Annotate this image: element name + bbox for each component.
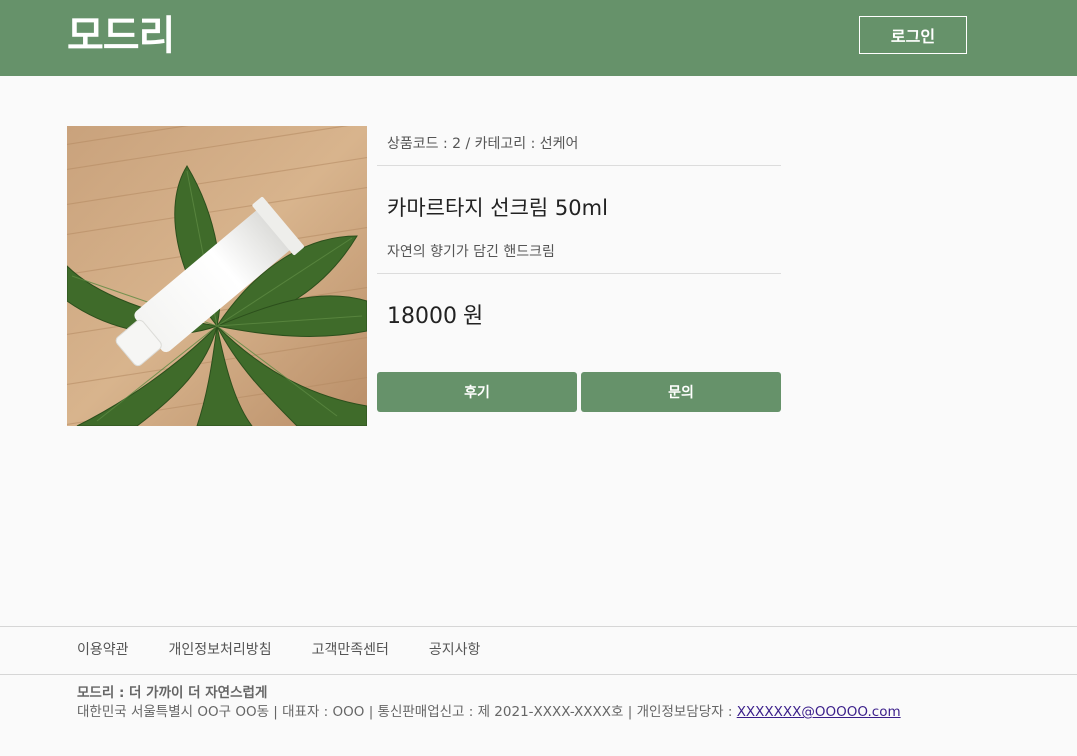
footer-divider xyxy=(0,674,1077,675)
site-logo[interactable]: 모드리 xyxy=(67,12,175,60)
footer-link-privacy[interactable]: 개인정보처리방침 xyxy=(169,641,272,659)
footer-divider xyxy=(0,626,1077,627)
footer-link-terms[interactable]: 이용약관 xyxy=(77,641,129,659)
footer-nav: 이용약관 개인정보처리방침 고객만족센터 공지사항 xyxy=(77,641,520,659)
footer-company-info: 대한민국 서울특별시 OO구 OO동 | 대표자 : OOO | 통신판매업신고… xyxy=(77,704,901,721)
footer-slogan: 모드리 : 더 가까이 더 자연스럽게 xyxy=(77,685,268,701)
product-image xyxy=(67,126,367,426)
site-header: 모드리 로그인 xyxy=(0,0,1077,76)
divider xyxy=(377,165,781,166)
product-price: 18000 원 xyxy=(387,302,483,332)
login-button[interactable]: 로그인 xyxy=(859,16,967,54)
product-meta: 상품코드 : 2 / 카테고리 : 선케어 xyxy=(387,136,579,152)
divider xyxy=(377,273,781,274)
product-title: 카마르타지 선크림 50ml xyxy=(387,196,608,220)
footer-info-text: 대한민국 서울특별시 OO구 OO동 | 대표자 : OOO | 통신판매업신고… xyxy=(77,704,737,720)
inquiry-button[interactable]: 문의 xyxy=(581,372,781,412)
price-currency: 원 xyxy=(463,304,484,329)
footer-link-customer-center[interactable]: 고객만족센터 xyxy=(312,641,389,659)
price-value: 18000 xyxy=(387,304,457,329)
review-button[interactable]: 후기 xyxy=(377,372,577,412)
footer-email-link[interactable]: XXXXXXX@OOOOO.com xyxy=(737,704,901,720)
product-description: 자연의 향기가 담긴 핸드크림 xyxy=(387,244,555,260)
footer-link-notice[interactable]: 공지사항 xyxy=(429,641,481,659)
